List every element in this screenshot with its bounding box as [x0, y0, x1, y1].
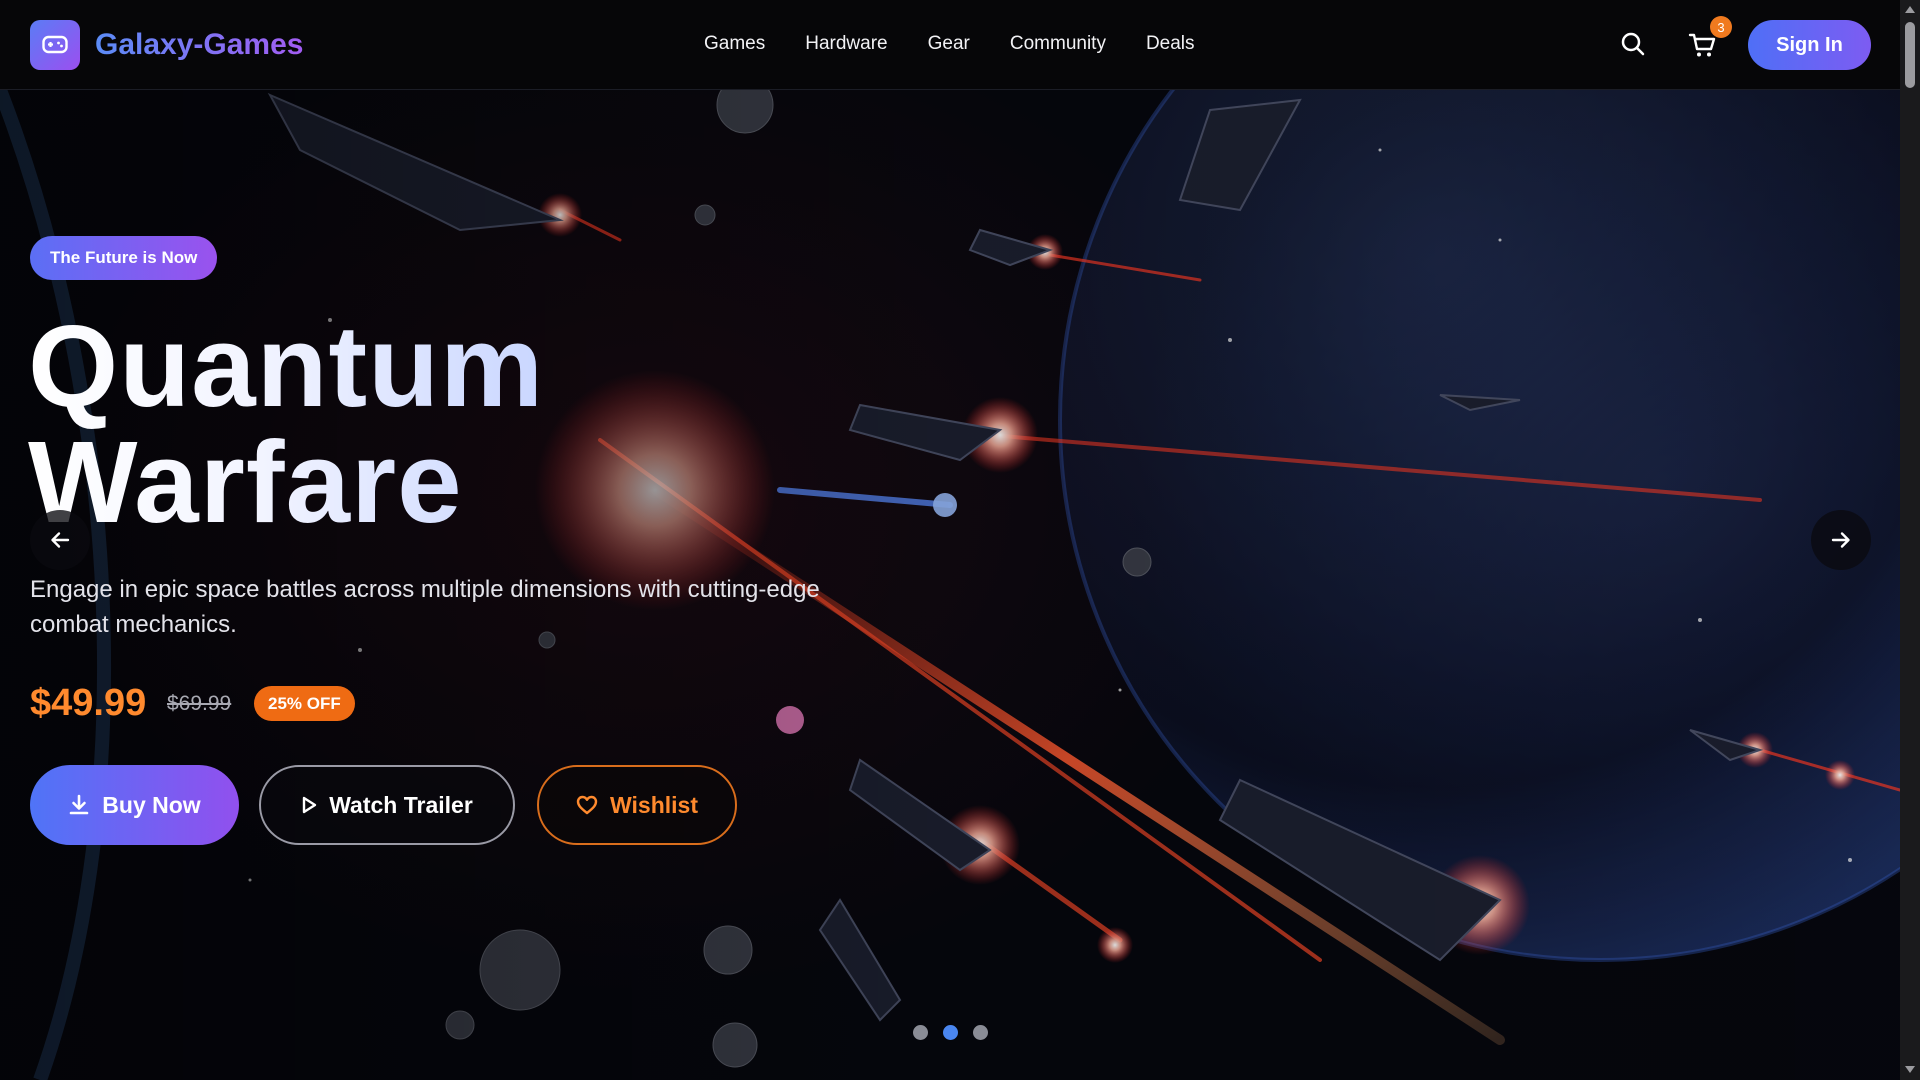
original-price: $69.99: [167, 692, 232, 715]
scroll-down-arrow-icon[interactable]: [1905, 1066, 1915, 1073]
carousel-dot-1[interactable]: [913, 1025, 928, 1040]
main-nav: Games Hardware Gear Community Deals: [704, 33, 1235, 55]
top-navbar: Galaxy-Games Games Hardware Gear Communi…: [0, 0, 1900, 90]
gamepad-icon: [30, 20, 80, 70]
carousel-next-button[interactable]: [1811, 510, 1871, 570]
scroll-up-arrow-icon[interactable]: [1905, 6, 1915, 13]
cart-count-badge: 3: [1710, 16, 1732, 38]
hero-description: Engage in epic space battles across mult…: [30, 576, 820, 638]
hero-title-line-1: Quantum: [28, 301, 545, 431]
arrow-right-icon: [1831, 532, 1850, 548]
watch-trailer-label: Watch Trailer: [329, 791, 473, 818]
sign-in-button[interactable]: Sign In: [1748, 20, 1871, 70]
play-icon: [303, 796, 317, 814]
heart-icon: [576, 795, 598, 815]
brand-logo[interactable]: Galaxy-Games: [30, 20, 303, 70]
nav-link-gear[interactable]: Gear: [928, 33, 970, 55]
discount-badge: 25% OFF: [254, 686, 355, 721]
page-scrollbar[interactable]: [1900, 0, 1920, 1080]
arrow-left-icon: [51, 532, 70, 548]
nav-link-community[interactable]: Community: [1010, 33, 1106, 55]
nav-link-hardware[interactable]: Hardware: [805, 33, 887, 55]
current-price: $49.99: [30, 682, 147, 724]
watch-trailer-button[interactable]: Watch Trailer: [259, 765, 515, 845]
hero-title-line-2: Warfare: [28, 417, 463, 547]
download-icon: [69, 794, 89, 815]
wishlist-label: Wishlist: [610, 791, 698, 818]
buy-now-label: Buy Now: [102, 791, 201, 818]
search-icon[interactable]: [1619, 30, 1647, 58]
carousel-indicators: [913, 1025, 1003, 1040]
buy-now-button[interactable]: Buy Now: [30, 765, 239, 845]
carousel-prev-button[interactable]: [30, 510, 90, 570]
hero-title: Quantum Warfare: [28, 308, 544, 540]
scrollbar-thumb[interactable]: [1905, 22, 1915, 88]
brand-name: Galaxy-Games: [95, 28, 304, 61]
carousel-dot-3[interactable]: [973, 1025, 988, 1040]
nav-link-games[interactable]: Games: [704, 33, 765, 55]
hero-tag: The Future is Now: [30, 236, 218, 280]
carousel-dot-2[interactable]: [943, 1025, 958, 1040]
nav-link-deals[interactable]: Deals: [1146, 33, 1195, 55]
wishlist-button[interactable]: Wishlist: [537, 765, 737, 845]
